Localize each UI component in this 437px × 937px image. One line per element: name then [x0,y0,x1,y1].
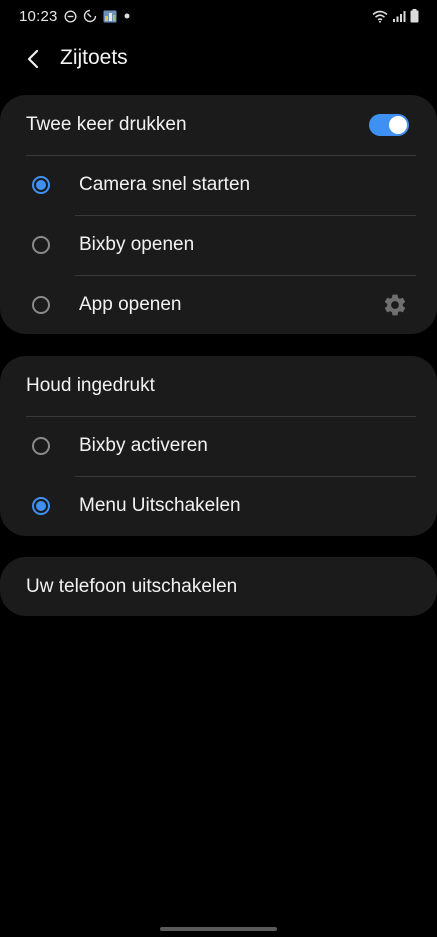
option-camera-quick-start[interactable]: Camera snel starten [0,155,437,215]
power-off-label: Uw telefoon uitschakelen [26,575,238,597]
double-press-switch[interactable] [369,114,409,136]
home-indicator[interactable] [160,927,277,931]
page-title: Zijtoets [60,46,128,69]
double-press-toggle-row[interactable]: Twee keer drukken [0,95,437,155]
power-off-row[interactable]: Uw telefoon uitschakelen [0,557,437,616]
app-settings-button[interactable] [381,291,409,319]
double-press-label: Twee keer drukken [26,114,187,135]
status-icons-right [372,9,419,23]
app-header: Zijtoets [0,36,437,80]
radio-activate-bixby[interactable] [32,437,50,455]
switch-knob [389,116,407,134]
option-open-bixby[interactable]: Bixby openen [0,215,437,275]
status-time: 10:23 [19,8,58,25]
option-label: App openen [79,294,182,315]
press-hold-header: Houd ingedrukt [0,356,437,416]
power-off-card[interactable]: Uw telefoon uitschakelen [0,557,437,616]
double-press-card: Twee keer drukken Camera snel starten Bi… [0,95,437,334]
do-not-disturb-icon [64,9,77,23]
option-label: Bixby activeren [79,435,208,456]
press-hold-card: Houd ingedrukt Bixby activeren Menu Uits… [0,356,437,536]
option-label: Camera snel starten [79,174,251,195]
battery-icon [410,9,419,23]
option-power-off-menu[interactable]: Menu Uitschakelen [0,476,437,536]
radio-camera-quick-start[interactable] [32,176,50,194]
gallery-icon [103,10,117,23]
option-open-app[interactable]: App openen [0,275,437,335]
status-bar: 10:23 [0,0,437,34]
status-icons-left [64,9,131,23]
sync-icon [83,9,97,23]
option-label: Bixby openen [79,234,195,255]
back-button[interactable] [18,44,48,74]
dot-icon [123,12,131,20]
radio-open-app[interactable] [32,296,50,314]
radio-open-bixby[interactable] [32,236,50,254]
gear-icon [382,292,408,318]
wifi-icon [372,10,388,23]
option-label: Menu Uitschakelen [79,495,241,516]
signal-icon [392,10,406,23]
press-hold-label: Houd ingedrukt [26,375,155,396]
option-activate-bixby[interactable]: Bixby activeren [0,416,437,476]
radio-power-off-menu[interactable] [32,497,50,515]
chevron-left-icon [26,49,40,69]
